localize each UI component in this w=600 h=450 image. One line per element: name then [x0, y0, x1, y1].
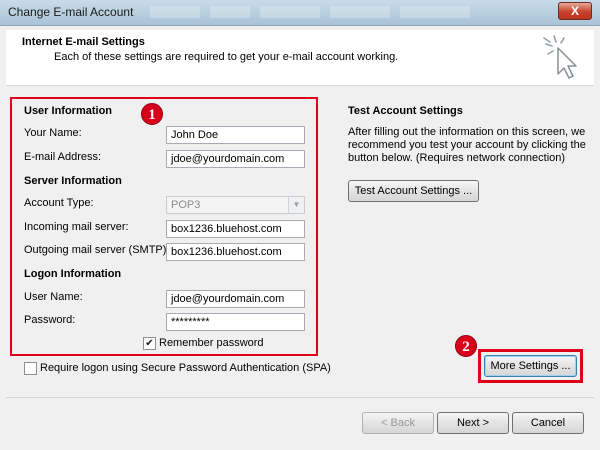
title-bar[interactable]: Change E-mail Account X — [0, 0, 600, 26]
email-address-input[interactable]: jdoe@yourdomain.com — [166, 150, 305, 168]
header-panel: Internet E-mail Settings Each of these s… — [6, 30, 594, 86]
account-type-value: POP3 — [171, 199, 201, 211]
checkmark-icon: ✔ — [145, 338, 154, 349]
header-title: Internet E-mail Settings — [22, 36, 145, 48]
test-account-settings-heading: Test Account Settings — [348, 105, 463, 117]
title-bar-ghost — [260, 6, 320, 18]
annotation-badge-1: 1 — [141, 103, 163, 125]
title-bar-ghost — [330, 6, 390, 18]
change-email-account-dialog: Change E-mail Account X Internet E-mail … — [0, 0, 600, 450]
test-description-line-2: recommend you test your account by click… — [348, 139, 586, 151]
remember-password-label[interactable]: Remember password — [159, 337, 264, 349]
remember-password-checkbox[interactable]: ✔ — [143, 337, 156, 350]
account-type-select[interactable]: POP3 ▼ — [166, 196, 305, 214]
header-subtitle: Each of these settings are required to g… — [54, 51, 399, 63]
user-name-label: User Name: — [24, 291, 83, 303]
account-type-label: Account Type: — [24, 197, 94, 209]
outgoing-server-label: Outgoing mail server (SMTP): — [24, 244, 170, 256]
title-bar-ghost — [400, 6, 470, 18]
cancel-button[interactable]: Cancel — [512, 412, 584, 434]
annotation-badge-2: 2 — [455, 335, 477, 357]
user-information-heading: User Information — [24, 105, 113, 117]
spa-checkbox[interactable] — [24, 362, 37, 375]
test-account-settings-button[interactable]: Test Account Settings ... — [348, 180, 479, 202]
incoming-server-input[interactable]: box1236.bluehost.com — [166, 220, 305, 238]
title-bar-ghost — [210, 6, 250, 18]
your-name-input[interactable]: John Doe — [166, 126, 305, 144]
close-button[interactable]: X — [558, 2, 592, 20]
spa-label[interactable]: Require logon using Secure Password Auth… — [40, 362, 331, 374]
test-description-line-1: After filling out the information on thi… — [348, 126, 586, 138]
outgoing-server-input[interactable]: box1236.bluehost.com — [166, 243, 305, 261]
test-description-line-3: button below. (Requires network connecti… — [348, 152, 566, 164]
password-input[interactable]: ********* — [166, 313, 305, 331]
your-name-label: Your Name: — [24, 127, 82, 139]
window-title: Change E-mail Account — [8, 5, 134, 19]
chevron-down-icon: ▼ — [288, 197, 304, 213]
email-address-label: E-mail Address: — [24, 151, 102, 163]
incoming-server-label: Incoming mail server: — [24, 221, 129, 233]
logon-information-heading: Logon Information — [24, 268, 122, 280]
cursor-click-icon — [543, 35, 577, 79]
server-information-heading: Server Information — [24, 175, 122, 187]
password-label: Password: — [24, 314, 76, 326]
back-button[interactable]: < Back — [362, 412, 434, 434]
more-settings-button[interactable]: More Settings ... — [484, 355, 577, 377]
next-button[interactable]: Next > — [437, 412, 509, 434]
title-bar-ghost — [150, 6, 200, 18]
user-name-input[interactable]: jdoe@yourdomain.com — [166, 290, 305, 308]
